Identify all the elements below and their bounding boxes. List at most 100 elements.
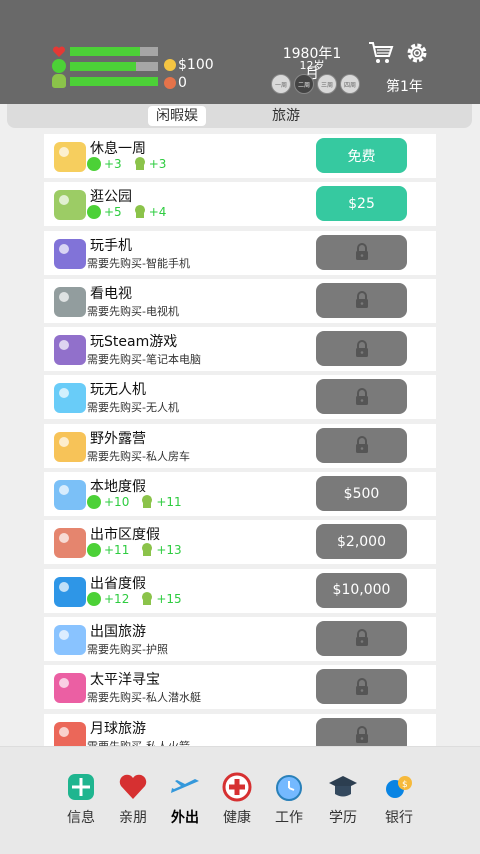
happiness-icon — [87, 495, 101, 510]
gamepad-icon — [54, 335, 86, 366]
happiness-gain: +12 — [104, 591, 130, 606]
karma-display: 0 — [164, 75, 187, 91]
list-item: 出省度假 +12 +15 $10,000 — [44, 568, 436, 613]
list-item: 本地度假 +10 +11 $500 — [44, 472, 436, 517]
health-stat — [52, 44, 158, 58]
year-label: 第1年 — [386, 79, 423, 95]
item-title: 玩无人机 — [90, 382, 146, 399]
nav-label: 学历 — [329, 810, 357, 826]
health-icon — [222, 772, 252, 802]
week-dot: 三周 — [317, 74, 337, 94]
nav-item-info[interactable]: 信息 — [56, 771, 106, 827]
tab-travel[interactable]: 旅游 — [262, 106, 310, 126]
price-button[interactable]: $2,000 — [316, 524, 407, 560]
price-button[interactable]: $10,000 — [316, 572, 407, 608]
locked-button[interactable] — [316, 282, 407, 318]
item-title: 太平洋寻宝 — [90, 672, 160, 689]
item-stats: +10 +11 — [87, 495, 182, 510]
price-button[interactable]: 免费 — [316, 138, 407, 173]
lock-icon — [355, 436, 368, 454]
smarts-gain: +15 — [156, 591, 182, 606]
rest-icon — [54, 142, 86, 172]
price-button[interactable]: $25 — [316, 186, 407, 222]
locked-button[interactable] — [316, 379, 407, 415]
happiness-icon — [87, 157, 101, 171]
happiness-gain: +3 — [104, 157, 122, 171]
item-title: 出市区度假 — [90, 527, 160, 544]
item-title: 野外露营 — [90, 430, 146, 447]
locked-button[interactable] — [316, 331, 407, 367]
cart-icon[interactable] — [368, 40, 394, 66]
smarts-gain: +3 — [148, 157, 167, 171]
happiness-icon — [87, 591, 101, 606]
locked-button[interactable] — [316, 234, 407, 270]
bottom-nav: 信息 亲朋 外出 健康 工作 学历 $ 银行 — [0, 746, 480, 854]
smile-face-icon — [52, 59, 66, 73]
happiness-stat — [52, 59, 158, 73]
item-title: 逛公园 — [90, 189, 132, 206]
item-title: 休息一周 — [90, 141, 146, 157]
lock-icon — [355, 291, 368, 309]
nav-label: 外出 — [171, 810, 199, 826]
park-icon — [54, 190, 86, 221]
tent-icon — [54, 431, 86, 462]
current-age: 12岁 — [299, 59, 325, 72]
brain-head-icon — [134, 205, 145, 219]
lock-icon — [355, 677, 368, 695]
item-title: 玩手机 — [90, 237, 132, 254]
week-dot: 四周 — [340, 74, 360, 94]
item-title: 看电视 — [90, 285, 132, 302]
picnic-icon — [54, 528, 86, 559]
nav-item-clock[interactable]: 工作 — [264, 771, 314, 827]
tab-leisure[interactable]: 闲暇娱 — [148, 106, 206, 126]
beach-icon — [54, 480, 86, 511]
happiness-icon — [87, 205, 101, 220]
lock-icon — [355, 726, 368, 744]
smarts-gain: +13 — [156, 543, 182, 558]
activity-list: 休息一周 +3 +3 免费 逛公园 +5 +4 $25 玩手机 需要先购买-智能手… — [44, 134, 436, 762]
svg-text:$: $ — [402, 780, 408, 790]
item-requirement: 需要先购买-护照 — [87, 642, 168, 656]
nav-label: 健康 — [223, 810, 251, 826]
price-button[interactable]: $500 — [316, 476, 407, 512]
locked-button[interactable] — [316, 620, 407, 656]
clock-icon — [276, 775, 302, 801]
smarts-gain: +11 — [156, 495, 182, 510]
item-requirement: 需要先购买-无人机 — [87, 401, 179, 415]
category-tabs: 闲暇娱 旅游 — [7, 104, 472, 128]
tv-icon — [54, 286, 86, 317]
header: $100 0 1980年1月 12岁 一周 二周 三周 四周 第1年 — [0, 0, 480, 104]
locked-button[interactable] — [316, 669, 407, 705]
nav-item-heart[interactable]: 亲朋 — [108, 771, 158, 827]
brain-head-icon — [52, 74, 66, 88]
item-title: 本地度假 — [90, 479, 146, 496]
item-requirement: 需要先购买-电视机 — [87, 304, 179, 318]
nav-item-bank[interactable]: $ 银行 — [374, 771, 424, 827]
list-item: 太平洋寻宝 需要先购买-私人潜水艇 — [44, 665, 436, 710]
lock-icon — [355, 243, 368, 261]
brain-head-icon — [142, 591, 153, 605]
nav-item-plane[interactable]: 外出 — [160, 771, 210, 827]
graduation-icon — [329, 776, 357, 797]
week-dot: 一周 — [271, 74, 291, 94]
nav-label: 亲朋 — [119, 810, 147, 826]
list-item: 出市区度假 +11 +13 $2,000 — [44, 520, 436, 565]
smarts-stat — [52, 74, 158, 88]
lock-icon — [355, 388, 368, 405]
brain-head-icon — [142, 543, 153, 557]
gear-icon[interactable] — [404, 40, 430, 66]
nav-label: 信息 — [67, 810, 95, 826]
item-stats: +11 +13 — [87, 543, 182, 558]
item-stats: +3 +3 — [87, 157, 166, 171]
item-title: 出省度假 — [90, 575, 146, 592]
nav-label: 工作 — [275, 810, 303, 826]
list-item: 玩Steam游戏 需要先购买-笔记本电脑 — [44, 327, 436, 372]
week-indicator: 一周 二周 三周 四周 — [271, 74, 360, 94]
money-value: $100 — [178, 57, 214, 73]
brain-head-icon — [142, 495, 153, 509]
nav-item-graduation[interactable]: 学历 — [318, 771, 368, 827]
nav-item-health[interactable]: 健康 — [212, 771, 262, 827]
karma-icon — [164, 77, 176, 89]
locked-button[interactable] — [316, 427, 407, 463]
karma-value: 0 — [178, 75, 187, 91]
